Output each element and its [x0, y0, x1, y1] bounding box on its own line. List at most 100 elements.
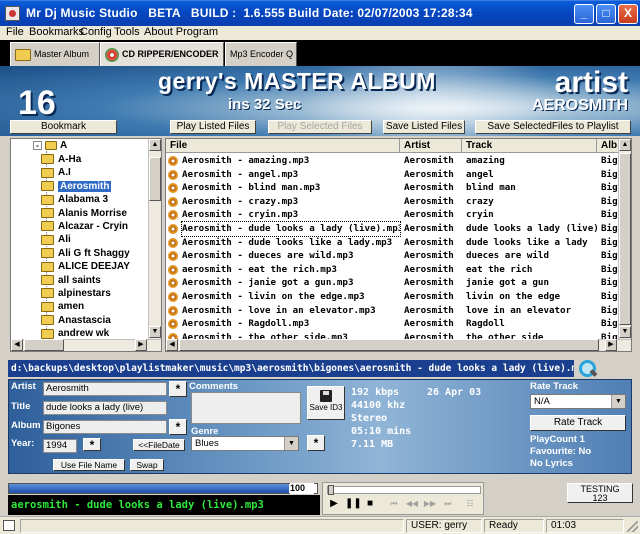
scroll-up-arrow-icon[interactable]: ▲ [619, 139, 631, 151]
table-row[interactable]: Aerosmith - Ragdoll.mp3 Aerosmith Ragdoll B… [166, 317, 620, 331]
column-header-artist[interactable]: Artist [400, 139, 462, 153]
tree-item[interactable]: amen [41, 300, 84, 313]
year-star-button[interactable]: * [83, 438, 101, 451]
tree-item[interactable]: ALICE DEEJAY [41, 260, 130, 273]
minimize-button[interactable]: _ [574, 4, 594, 24]
scroll-thumb[interactable] [24, 339, 64, 351]
play-icon[interactable]: ▶ [327, 497, 341, 511]
title-input[interactable]: dude looks a lady (live) [43, 401, 167, 415]
stop-icon[interactable]: ■ [363, 497, 377, 511]
tree-item[interactable]: Alcazar - Cryin [41, 220, 128, 233]
artist-input[interactable]: Aerosmith [43, 382, 167, 396]
tree-item[interactable]: all saints [41, 274, 101, 287]
save-id3-button[interactable]: Save ID3 [307, 386, 345, 420]
tab-cd-ripper[interactable]: CD RIPPER/ENCODER [100, 42, 224, 66]
tree-item[interactable]: A.I [41, 166, 71, 179]
album-title: gerry's MASTER ALBUM [158, 68, 436, 94]
rating-select[interactable]: N/A ▼ [530, 394, 626, 409]
table-row[interactable]: Aerosmith - crazy.mp3 Aerosmith crazy Big [166, 195, 620, 209]
tree-item[interactable]: Alanis Morrise [41, 207, 127, 220]
tree-item[interactable]: Aerosmith [41, 180, 112, 193]
use-file-name-button[interactable]: Use File Name [53, 459, 125, 471]
menu-about-program[interactable]: About Program [144, 26, 218, 39]
table-row[interactable]: Aerosmith - janie got a gun.mp3 Aerosmith… [166, 276, 620, 290]
play-selected-files-button[interactable]: Play Selected Files [268, 120, 372, 134]
status-state: Ready [484, 519, 544, 533]
save-listed-files-button[interactable]: Save Listed Files [383, 120, 465, 134]
file-date-button[interactable]: <<FileDate [133, 439, 185, 451]
scroll-down-arrow-icon[interactable]: ▼ [149, 326, 161, 338]
fast-forward-icon[interactable]: ▶▶ [423, 497, 437, 511]
tree-item[interactable]: Anastascia [41, 314, 111, 327]
tree-item[interactable]: alpinestars [41, 287, 111, 300]
table-row[interactable]: Aerosmith - dueces are wild.mp3 Aerosmith… [166, 249, 620, 263]
table-row[interactable]: Aerosmith - livin on the edge.mp3 Aerosmi… [166, 290, 620, 304]
tree-item[interactable]: Ali G ft Shaggy [41, 247, 130, 260]
menu-config[interactable]: Config [80, 26, 112, 39]
search-icon[interactable] [577, 359, 597, 379]
menu-file[interactable]: File [6, 26, 24, 39]
seek-handle[interactable] [328, 485, 334, 495]
scroll-right-arrow-icon[interactable]: ▶ [605, 339, 617, 351]
testing-button[interactable]: TESTING 123 [567, 483, 633, 503]
artist-folder-tree[interactable]: -A A-Ha A.I Aerosmith Alabama 3 Alanis Morri… [10, 138, 162, 352]
swap-button[interactable]: Swap [130, 459, 164, 471]
maximize-button[interactable]: □ [596, 4, 616, 24]
table-row[interactable]: Aerosmith - dude looks a lady (live).mp3… [166, 221, 620, 237]
scroll-thumb[interactable] [179, 339, 599, 351]
table-row[interactable]: Aerosmith - amazing.mp3 Aerosmith amazing B… [166, 154, 620, 168]
menu-tools[interactable]: Tools [114, 26, 140, 39]
artist-star-button[interactable]: * [169, 381, 187, 397]
skip-back-icon[interactable]: ⏮ [387, 497, 401, 511]
scroll-left-arrow-icon[interactable]: ◀ [11, 339, 23, 351]
pause-icon[interactable]: ❚❚ [345, 497, 362, 511]
table-row[interactable]: Aerosmith - cryin.mp3 Aerosmith cryin Big [166, 208, 620, 222]
year-input[interactable]: 1994 [43, 439, 77, 453]
scroll-left-arrow-icon[interactable]: ◀ [166, 339, 178, 351]
file-list-horizontal-scrollbar[interactable]: ◀ ▶ [166, 339, 631, 351]
folder-icon [15, 48, 31, 61]
column-header-track[interactable]: Track [462, 139, 597, 153]
tree-item[interactable]: Ali [41, 233, 71, 246]
menu-bookmarks[interactable]: Bookmarks [29, 26, 84, 39]
play-listed-files-button[interactable]: Play Listed Files [170, 120, 256, 134]
genre-star-button[interactable]: * [307, 435, 325, 451]
bookmark-button[interactable]: Bookmark [10, 120, 117, 134]
table-row[interactable]: Aerosmith - angel.mp3 Aerosmith angel Big [166, 168, 620, 182]
scroll-down-arrow-icon[interactable]: ▼ [619, 326, 631, 338]
comments-input[interactable] [191, 392, 301, 424]
table-row[interactable]: aerosmith - eat the rich.mp3 Aerosmith eat… [166, 263, 620, 277]
tree-item[interactable]: Alabama 3 [41, 193, 108, 206]
close-button[interactable]: X [618, 4, 638, 24]
scroll-thumb[interactable] [149, 157, 161, 201]
chevron-down-icon[interactable]: ▼ [611, 395, 625, 408]
tab-mp3-encoder-queue[interactable]: Mp3 Encoder Q [225, 42, 297, 66]
table-row[interactable]: Aerosmith - dude looks like a lady.mp3 Ae… [166, 236, 620, 250]
album-star-button[interactable]: * [169, 419, 187, 435]
skip-forward-icon[interactable]: ⏭ [441, 497, 455, 511]
scroll-up-arrow-icon[interactable]: ▲ [149, 139, 161, 151]
save-selected-files-to-playlist-button[interactable]: Save SelectedFiles to Playlist [475, 120, 631, 134]
tree-horizontal-scrollbar[interactable]: ◀ ▶ [11, 339, 161, 351]
genre-select[interactable]: Blues ▼ [191, 436, 299, 451]
scroll-thumb[interactable] [619, 153, 631, 325]
file-path-field[interactable]: d:\backups\desktop\playlistmaker\music\m… [8, 360, 574, 377]
collapse-icon[interactable]: - [33, 141, 42, 150]
playlist-icon[interactable]: ☷ [463, 497, 477, 511]
file-list-vertical-scrollbar[interactable]: ▲ ▼ [618, 139, 631, 339]
table-row[interactable]: Aerosmith - love in an elevator.mp3 Aeros… [166, 304, 620, 318]
column-header-file[interactable]: File [166, 139, 400, 153]
chevron-down-icon[interactable]: ▼ [284, 437, 298, 450]
rate-track-button[interactable]: Rate Track [530, 415, 626, 431]
rewind-icon[interactable]: ◀◀ [405, 497, 419, 511]
seek-slider[interactable] [327, 485, 481, 495]
tree-vertical-scrollbar[interactable]: ▲ ▼ [148, 139, 161, 339]
file-list[interactable]: File Artist Track Alb Aerosmith - amazin… [165, 138, 632, 352]
table-row[interactable]: Aerosmith - blind man.mp3 Aerosmith blind … [166, 181, 620, 195]
resize-grip-icon[interactable] [627, 521, 638, 532]
tree-root-a[interactable]: -A [33, 140, 67, 151]
album-input[interactable]: Bigones [43, 420, 167, 434]
scroll-right-arrow-icon[interactable]: ▶ [135, 339, 147, 351]
tab-master-album[interactable]: Master Album [10, 42, 100, 66]
tree-item[interactable]: A-Ha [41, 153, 81, 166]
